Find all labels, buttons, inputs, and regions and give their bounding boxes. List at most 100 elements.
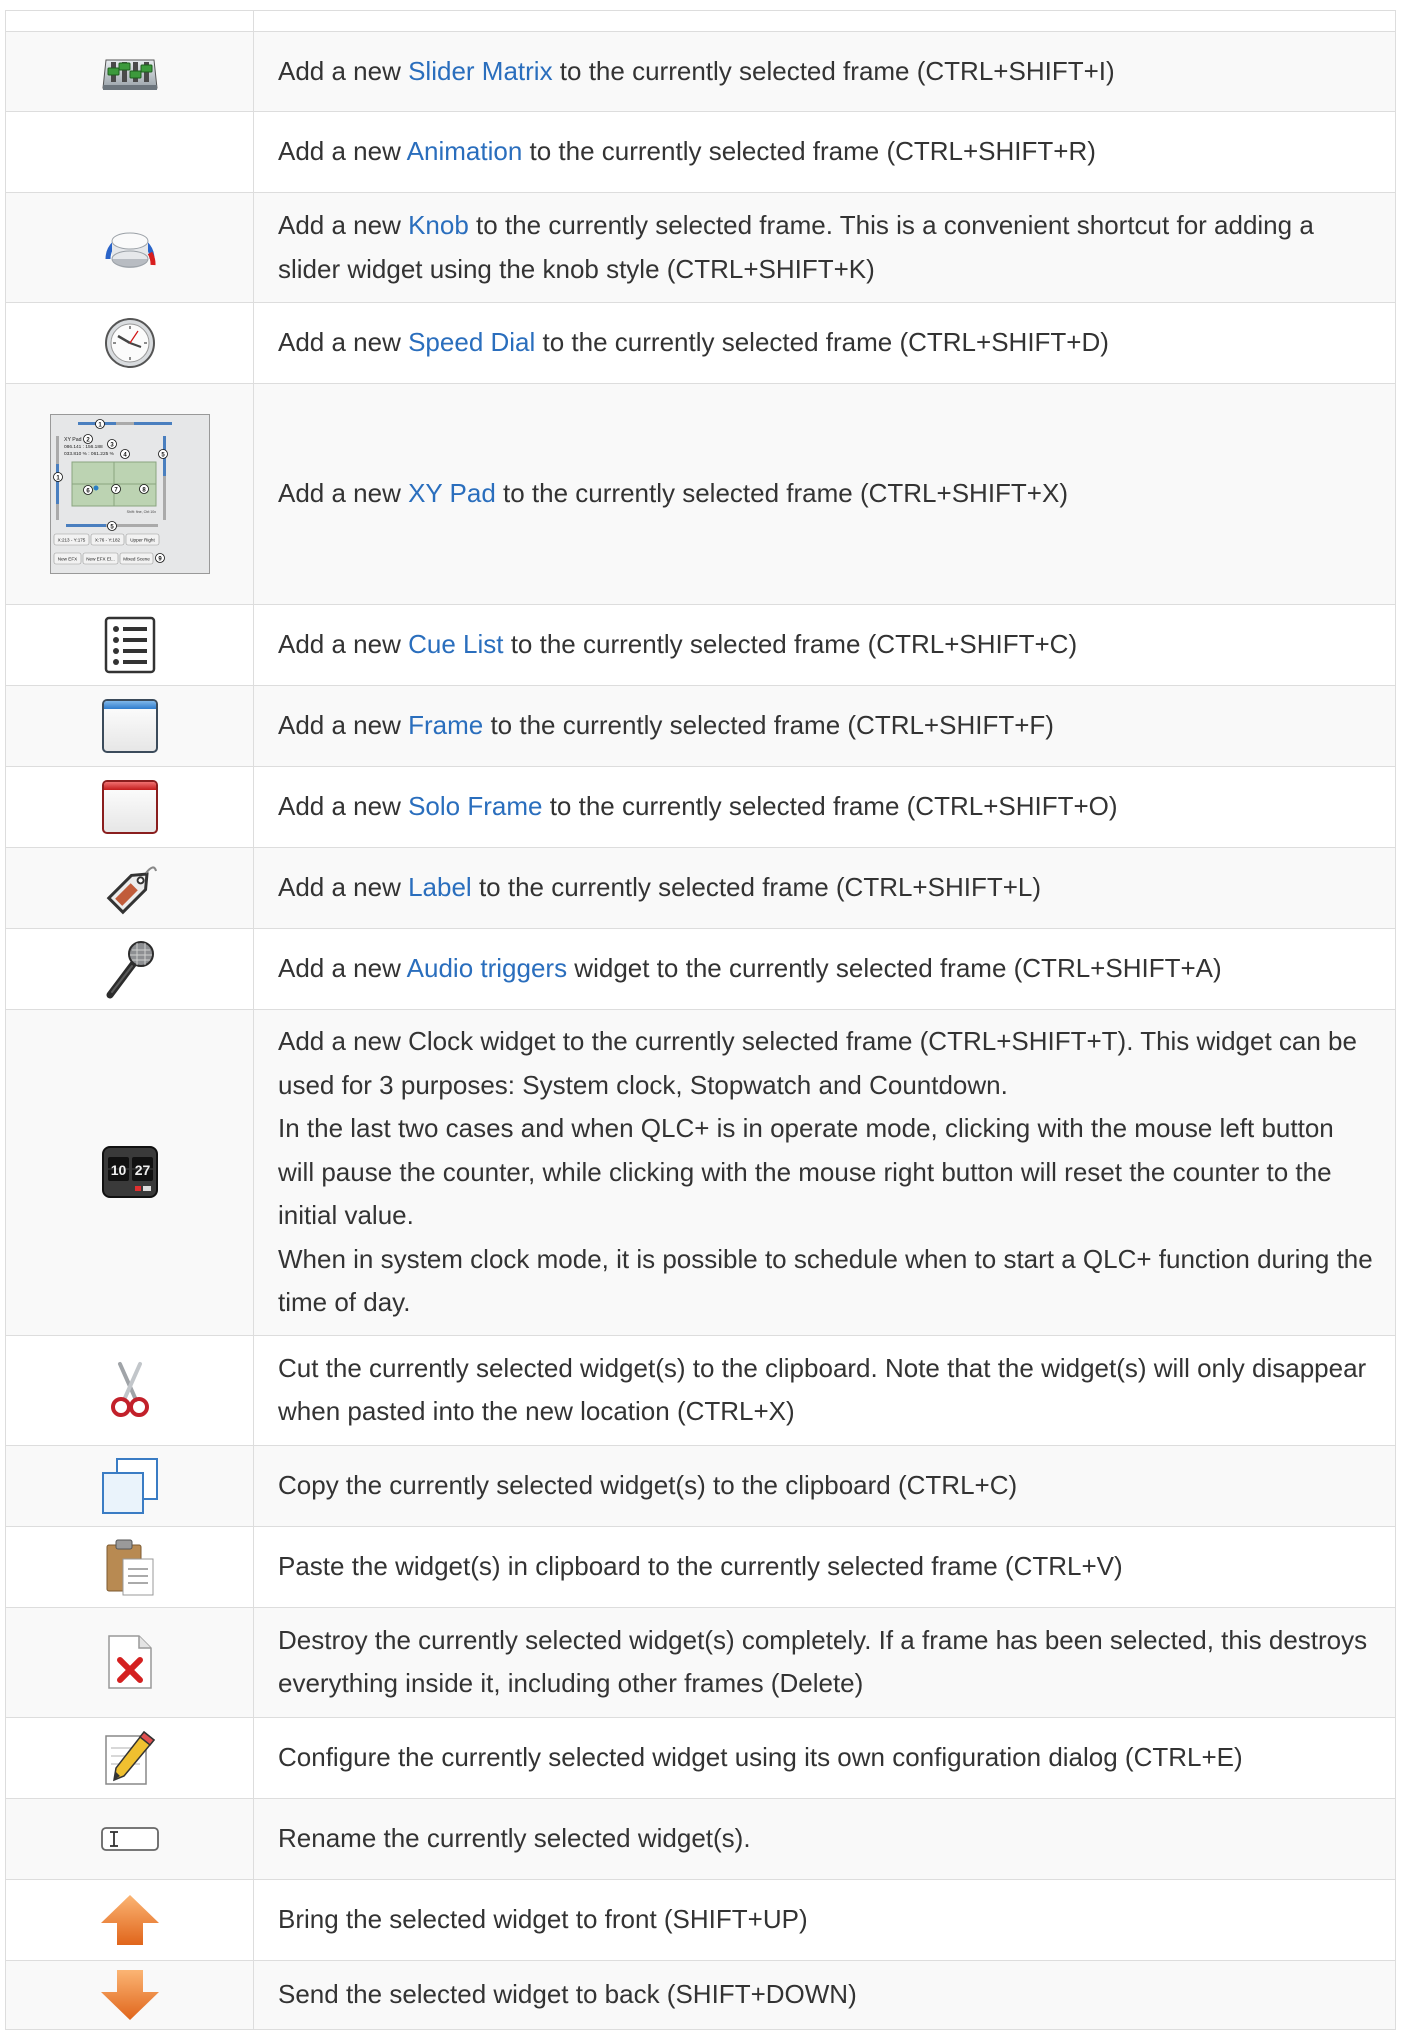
link-solo-frame[interactable]: Solo Frame	[408, 791, 542, 821]
description-text: to the currently selected frame (CTRL+SH…	[483, 710, 1054, 741]
description-text: When in system clock mode, it is possibl…	[278, 1243, 1373, 1318]
table-row: Add a new Animation to the currently sel…	[5, 111, 1396, 193]
svg-text:XY Pad: XY Pad	[64, 437, 82, 443]
svg-text:Upper Right: Upper Right	[130, 538, 155, 543]
icon-cell	[5, 1959, 254, 2030]
icon-cell	[5, 1525, 254, 1608]
icon-cell	[5, 685, 254, 767]
link-label[interactable]: Label	[408, 872, 472, 902]
description-text: to the currently selected frame (CTRL+SH…	[542, 791, 1118, 822]
link-frame[interactable]: Frame	[408, 710, 483, 740]
send-to-back-icon	[99, 1969, 161, 2020]
icon-cell	[5, 1444, 254, 1527]
solo-frame-icon	[101, 780, 159, 834]
description-text: to the currently selected frame (CTRL+SH…	[503, 629, 1078, 660]
description-cell: Rename the currently selected widget(s).	[253, 1797, 1396, 1880]
description-text: Add a new	[278, 791, 409, 822]
table-row: Add a new Knob to the currently selected…	[5, 192, 1396, 303]
description-text: Add a new	[278, 136, 407, 167]
description-text: Add a new	[278, 478, 409, 509]
table-row: Destroy the currently selected widget(s)…	[5, 1606, 1396, 1718]
table-row: Add a new Frame to the currently selecte…	[5, 685, 1396, 767]
description-cell: Add a new Audio triggers widget to the c…	[253, 928, 1396, 1010]
link-cue-list[interactable]: Cue List	[408, 629, 503, 659]
link-audio-triggers[interactable]: Audio triggers	[407, 953, 567, 983]
icon-cell	[5, 928, 254, 1010]
description-text: Add a new	[278, 55, 409, 86]
icon-cell	[5, 1606, 254, 1718]
description-cell: Configure the currently selected widget …	[253, 1716, 1396, 1799]
description-cell: Add a new Label to the currently selecte…	[253, 847, 1396, 929]
link-xy-pad[interactable]: XY Pad	[408, 478, 496, 508]
icon-cell	[5, 766, 254, 848]
table-row: Add a new Label to the currently selecte…	[5, 847, 1396, 929]
icon-cell	[5, 1878, 254, 1961]
description-text: to the currently selected frame (CTRL+SH…	[522, 136, 1096, 167]
table-row: Bring the selected widget to front (SHIF…	[5, 1878, 1396, 1961]
table-row: 10 27 Add a new Clock widget to the curr…	[5, 1009, 1396, 1336]
description-text: to the currently selected frame (CTRL+SH…	[552, 55, 1115, 86]
icon-cell	[5, 192, 254, 303]
table-row: Add a new Cue List to the currently sele…	[5, 604, 1396, 686]
clock-icon: 10 27	[101, 1146, 159, 1199]
link-slider-matrix[interactable]: Slider Matrix	[408, 56, 552, 86]
xy-pad-icon: XY Pad 086.141 : 156.188 033.810 % : 061…	[49, 414, 210, 574]
description-cell: Add a new Slider Matrix to the currently…	[253, 31, 1396, 112]
description-text: Bring the selected widget to front (SHIF…	[278, 1903, 808, 1934]
description-text: Add a new	[278, 710, 409, 741]
description-text: to the currently selected frame (CTRL+SH…	[495, 478, 1068, 509]
link-animation[interactable]: Animation	[407, 136, 523, 166]
cue-list-icon	[104, 616, 156, 674]
table-row: Add a new Solo Frame to the currently se…	[5, 766, 1396, 848]
header-cell-icon	[5, 10, 254, 32]
audio-triggers-icon	[104, 941, 156, 999]
description-text: Copy the currently selected widget(s) to…	[278, 1469, 1018, 1500]
icon-cell	[5, 111, 254, 193]
rename-icon	[100, 1826, 160, 1851]
svg-text:10: 10	[110, 1162, 126, 1178]
description-cell: Add a new Knob to the currently selected…	[253, 192, 1396, 303]
table-row: Add a new Speed Dial to the currently se…	[5, 302, 1396, 384]
icon-cell	[5, 302, 254, 384]
icon-cell: XY Pad 086.141 : 156.188 033.810 % : 061…	[5, 383, 254, 605]
table-row: Rename the currently selected widget(s).	[5, 1797, 1396, 1880]
description-cell: Add a new Speed Dial to the currently se…	[253, 302, 1396, 384]
svg-text:New EFX: New EFX	[57, 557, 76, 562]
animation-icon	[100, 127, 160, 173]
description-text: to the currently selected frame (CTRL+SH…	[471, 872, 1042, 903]
description-cell: Copy the currently selected widget(s) to…	[253, 1444, 1396, 1527]
svg-text:Mixed Scene: Mixed Scene	[123, 557, 150, 562]
description-text: Rename the currently selected widget(s).	[278, 1822, 751, 1853]
svg-text:033.810 % : 061.225 %: 033.810 % : 061.225 %	[64, 451, 115, 457]
description-text: Add a new	[278, 872, 409, 903]
description-cell: Destroy the currently selected widget(s)…	[253, 1606, 1396, 1718]
table-header-row	[5, 10, 1396, 32]
table-row: Paste the widget(s) in clipboard to the …	[5, 1525, 1396, 1608]
link-speed-dial[interactable]: Speed Dial	[408, 327, 535, 357]
link-knob[interactable]: Knob	[408, 210, 469, 240]
description-text: Add a new Clock widget to the currently …	[278, 1026, 1357, 1100]
svg-text:New EFX El...: New EFX El...	[86, 557, 115, 562]
icon-cell	[5, 847, 254, 929]
label-icon	[100, 866, 160, 915]
description-text: Cut the currently selected widget(s) to …	[278, 1352, 1367, 1427]
shortcut-table: Add a new Slider Matrix to the currently…	[5, 10, 1396, 2030]
description-text: Add a new	[278, 210, 409, 240]
table-row: Cut the currently selected widget(s) to …	[5, 1334, 1396, 1446]
svg-text:27: 27	[134, 1162, 150, 1178]
description-text: Add a new	[278, 953, 407, 984]
copy-icon	[101, 1457, 159, 1514]
configure-icon	[102, 1730, 158, 1785]
description-cell: Add a new XY Pad to the currently select…	[253, 383, 1396, 605]
description-cell: Bring the selected widget to front (SHIF…	[253, 1878, 1396, 1961]
description-text: widget to the currently selected frame (…	[567, 953, 1222, 984]
svg-text:086.141 : 156.188: 086.141 : 156.188	[64, 444, 103, 450]
paste-icon	[103, 1539, 157, 1595]
svg-text:Shift: fine, Ctrl:10x: Shift: fine, Ctrl:10x	[126, 510, 156, 514]
description-cell: Add a new Animation to the currently sel…	[253, 111, 1396, 193]
table-row: XY Pad 086.141 : 156.188 033.810 % : 061…	[5, 383, 1396, 605]
description-cell: Cut the currently selected widget(s) to …	[253, 1334, 1396, 1446]
description-cell: Send the selected widget to back (SHIFT+…	[253, 1959, 1396, 2030]
header-cell-description	[253, 10, 1396, 32]
table-row: Add a new Slider Matrix to the currently…	[5, 31, 1396, 112]
